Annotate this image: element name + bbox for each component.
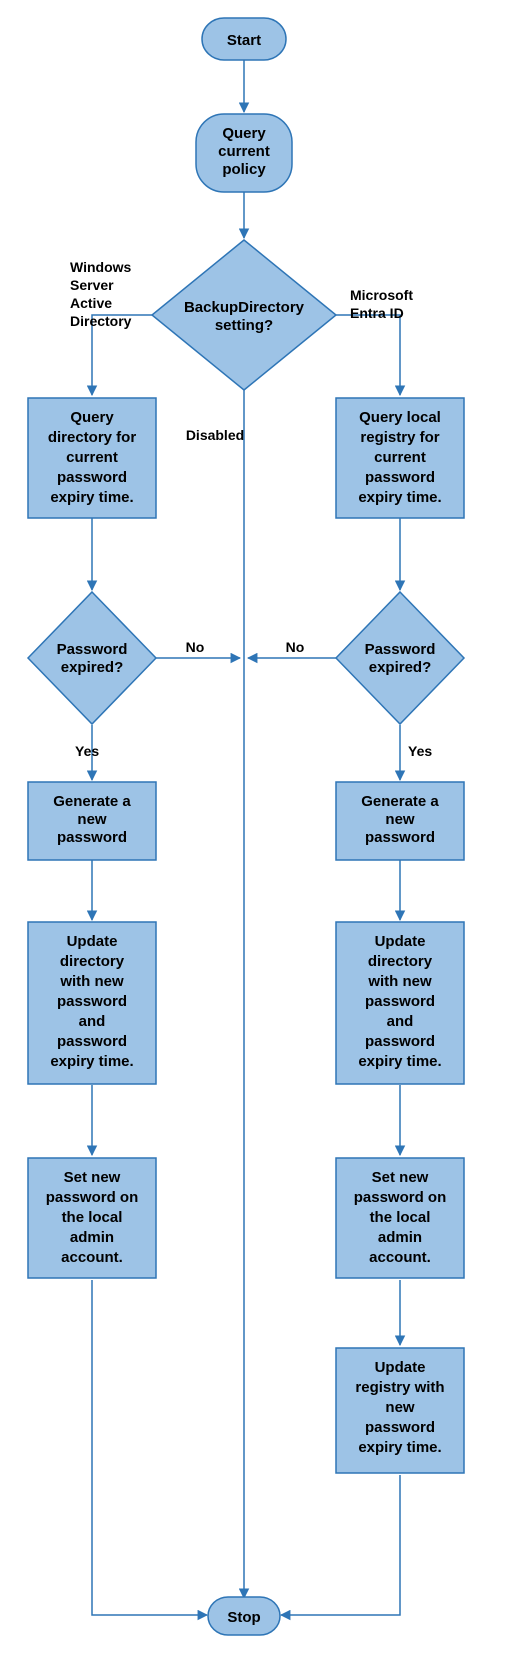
svg-text:current: current [66,449,118,466]
svg-text:registry for: registry for [360,429,439,446]
svg-text:setting?: setting? [215,317,273,334]
svg-text:password: password [365,469,435,486]
svg-text:Windows: Windows [70,259,132,275]
svg-text:directory: directory [60,953,125,970]
svg-text:with new: with new [59,973,124,990]
left-yes-label: Yes [75,743,99,759]
left-no-label: No [186,639,205,655]
svg-text:and: and [79,1013,106,1030]
svg-text:policy: policy [222,161,266,178]
svg-text:expiry time.: expiry time. [50,489,133,506]
svg-text:Generate a: Generate a [53,793,131,810]
svg-text:Query local: Query local [359,409,441,426]
svg-text:Query: Query [222,125,266,142]
svg-text:Microsoft: Microsoft [350,287,413,303]
svg-text:password on: password on [46,1189,139,1206]
left-password-expired-decision: Password expired? [28,592,156,724]
svg-text:account.: account. [369,1249,431,1266]
svg-text:current: current [218,143,270,160]
svg-text:the local: the local [62,1209,123,1226]
svg-text:Update: Update [375,933,426,950]
svg-text:password: password [57,829,127,846]
svg-text:admin: admin [378,1229,422,1246]
right-yes-label: Yes [408,743,432,759]
svg-text:Active: Active [70,295,112,311]
stop-label: Stop [227,1609,260,1626]
svg-text:expiry time.: expiry time. [358,489,441,506]
svg-text:expired?: expired? [61,659,124,676]
svg-text:BackupDirectory: BackupDirectory [184,299,305,316]
query-policy-node: Query current policy [196,114,292,192]
svg-text:expiry time.: expiry time. [358,1439,441,1456]
left-query-directory-node: Query directory for current password exp… [28,398,156,518]
left-set-local-admin-node: Set new password on the local admin acco… [28,1158,156,1278]
svg-text:password: password [365,1419,435,1436]
svg-text:Query: Query [70,409,114,426]
svg-text:expired?: expired? [369,659,432,676]
center-branch-label: Disabled [186,427,244,443]
svg-text:Entra ID: Entra ID [350,305,404,321]
right-query-registry-node: Query local registry for current passwor… [336,398,464,518]
svg-text:account.: account. [61,1249,123,1266]
svg-text:Server: Server [70,277,114,293]
svg-text:and: and [387,1013,414,1030]
svg-text:password on: password on [354,1189,447,1206]
svg-text:password: password [57,1033,127,1050]
left-update-directory-node: Update directory with new password and p… [28,922,156,1084]
svg-text:Generate a: Generate a [361,793,439,810]
right-branch-label: Microsoft Entra ID [350,287,413,321]
svg-text:password: password [57,993,127,1010]
svg-text:Password: Password [57,641,128,658]
svg-text:Password: Password [365,641,436,658]
svg-text:password: password [365,1033,435,1050]
right-no-label: No [286,639,305,655]
left-generate-password-node: Generate a new password [28,782,156,860]
backup-directory-decision: BackupDirectory setting? [152,240,336,390]
svg-text:Update: Update [375,1359,426,1376]
svg-text:password: password [365,829,435,846]
right-set-local-admin-node: Set new password on the local admin acco… [336,1158,464,1278]
svg-text:Set new: Set new [372,1169,429,1186]
right-update-directory-node: Update directory with new password and p… [336,922,464,1084]
start-label: Start [227,32,261,49]
svg-text:new: new [385,1399,415,1416]
right-generate-password-node: Generate a new password [336,782,464,860]
svg-text:admin: admin [70,1229,114,1246]
svg-text:password: password [57,469,127,486]
svg-text:Update: Update [67,933,118,950]
svg-text:Set new: Set new [64,1169,121,1186]
left-branch-label: Windows Server Active Directory [70,259,132,329]
right-password-expired-decision: Password expired? [336,592,464,724]
svg-text:current: current [374,449,426,466]
svg-text:directory for: directory for [48,429,137,446]
svg-text:new: new [77,811,107,828]
svg-text:expiry time.: expiry time. [358,1053,441,1070]
svg-text:directory: directory [368,953,433,970]
svg-text:registry with: registry with [355,1379,444,1396]
svg-text:Directory: Directory [70,313,132,329]
start-node: Start [202,18,286,60]
svg-text:password: password [365,993,435,1010]
svg-text:new: new [385,811,415,828]
right-update-registry-node: Update registry with new password expiry… [336,1348,464,1473]
svg-text:the local: the local [370,1209,431,1226]
svg-text:expiry time.: expiry time. [50,1053,133,1070]
svg-text:with new: with new [367,973,432,990]
stop-node: Stop [208,1597,280,1635]
